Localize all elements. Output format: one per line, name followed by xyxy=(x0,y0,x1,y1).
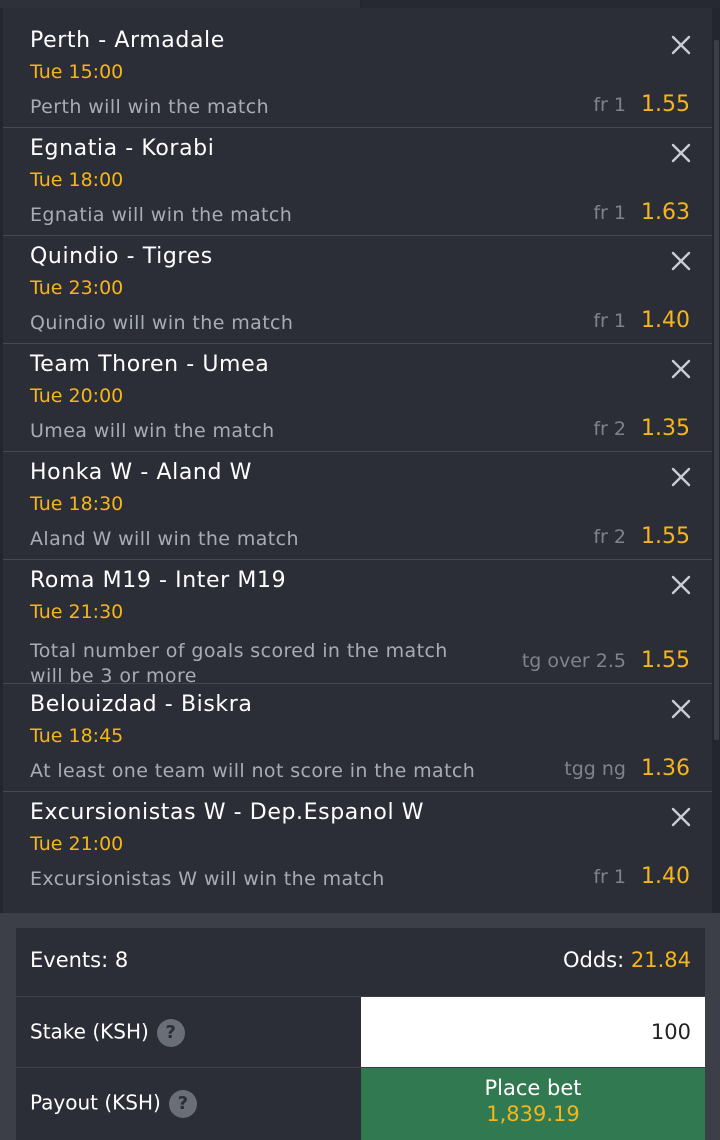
market-code: tg over 2.5 xyxy=(521,650,626,672)
bet-odd: 1.55 xyxy=(641,92,690,117)
market-code: tgg ng xyxy=(564,758,626,780)
bet-item: Team Thoren - Umea Tue 20:00 Umea will w… xyxy=(3,344,712,452)
match-time: Tue 18:45 xyxy=(30,725,124,747)
tab-my-bets[interactable] xyxy=(362,0,720,8)
match-name: Team Thoren - Umea xyxy=(30,352,270,377)
close-icon[interactable] xyxy=(670,806,692,828)
bet-odd: 1.40 xyxy=(641,308,690,333)
match-name: Quindio - Tigres xyxy=(30,244,213,269)
bet-odd: 1.40 xyxy=(641,864,690,889)
market-code: fr 1 xyxy=(593,94,626,116)
close-icon[interactable] xyxy=(670,250,692,272)
close-icon[interactable] xyxy=(670,142,692,164)
help-icon[interactable]: ? xyxy=(156,1019,185,1047)
match-time: Tue 21:30 xyxy=(30,601,124,623)
close-icon[interactable] xyxy=(670,466,692,488)
bet-pick: Quindio will win the match xyxy=(30,312,294,334)
bet-list: Perth - Armadale Tue 15:00 Perth will wi… xyxy=(3,20,712,900)
payout-label: Payout (KSH) xyxy=(30,1090,161,1115)
match-name: Honka W - Aland W xyxy=(30,460,252,485)
stake-label: Stake (KSH) xyxy=(30,1019,149,1044)
match-time: Tue 23:00 xyxy=(30,277,124,299)
match-name: Egnatia - Korabi xyxy=(30,136,215,161)
bet-item: Belouizdad - Biskra Tue 18:45 At least o… xyxy=(3,684,712,792)
close-icon[interactable] xyxy=(670,698,692,720)
bet-pick: Aland W will win the match xyxy=(30,528,299,550)
place-bet-label: Place bet xyxy=(484,1076,582,1100)
close-icon[interactable] xyxy=(670,574,692,596)
market-code: fr 2 xyxy=(593,418,626,440)
summary-row: Events: 8 Odds: 21.84 xyxy=(16,928,705,996)
bet-odd: 1.36 xyxy=(641,756,690,781)
close-icon[interactable] xyxy=(670,358,692,380)
total-odds: Odds: 21.84 xyxy=(563,948,691,972)
bet-item: Honka W - Aland W Tue 18:30 Aland W will… xyxy=(3,452,712,560)
bet-pick: Total number of goals scored in the matc… xyxy=(30,640,448,687)
payout-row: Payout (KSH)? Place bet 1,839.19 xyxy=(16,1068,705,1140)
match-time: Tue 21:00 xyxy=(30,833,124,855)
payout-label-group: Payout (KSH)? xyxy=(30,1090,197,1118)
betslip-summary-panel: Events: 8 Odds: 21.84 Stake (KSH)? Payou… xyxy=(0,913,720,1140)
match-name: Belouizdad - Biskra xyxy=(30,692,253,717)
market-code: fr 1 xyxy=(593,310,626,332)
bet-item: Perth - Armadale Tue 15:00 Perth will wi… xyxy=(3,20,712,128)
bet-item: Roma M19 - Inter M19 Tue 21:30 Total num… xyxy=(3,560,712,687)
market-code: fr 1 xyxy=(593,866,626,888)
help-icon[interactable]: ? xyxy=(168,1090,197,1118)
bet-pick: Perth will win the match xyxy=(30,96,270,118)
match-time: Tue 20:00 xyxy=(30,385,124,407)
match-time: Tue 18:00 xyxy=(30,169,124,191)
scrollbar-thumb[interactable] xyxy=(714,40,719,740)
events-count: Events: 8 xyxy=(30,948,129,972)
market-code: fr 2 xyxy=(593,526,626,548)
bet-item: Egnatia - Korabi Tue 18:00 Egnatia will … xyxy=(3,128,712,236)
stake-label-group: Stake (KSH)? xyxy=(30,1019,185,1047)
bet-odd: 1.55 xyxy=(641,648,690,673)
bet-item: Quindio - Tigres Tue 23:00 Quindio will … xyxy=(3,236,712,344)
match-name: Excursionistas W - Dep.Espanol W xyxy=(30,800,425,825)
bet-odd: 1.55 xyxy=(641,524,690,549)
stake-row: Stake (KSH)? xyxy=(16,997,705,1067)
total-odds-label: Odds: xyxy=(562,948,625,972)
market-code: fr 1 xyxy=(593,202,626,224)
tab-betslip[interactable] xyxy=(0,0,360,8)
bet-pick: Egnatia will win the match xyxy=(30,204,293,226)
match-name: Perth - Armadale xyxy=(30,28,225,53)
close-icon[interactable] xyxy=(670,34,692,56)
match-time: Tue 15:00 xyxy=(30,61,124,83)
match-time: Tue 18:30 xyxy=(30,493,124,515)
bet-pick: Umea will win the match xyxy=(30,420,275,442)
place-bet-button[interactable]: Place bet 1,839.19 xyxy=(361,1068,705,1140)
total-odds-value: 21.84 xyxy=(630,948,691,972)
bet-pick: At least one team will not score in the … xyxy=(30,760,476,782)
payout-amount: 1,839.19 xyxy=(486,1102,580,1126)
bet-item: Excursionistas W - Dep.Espanol W Tue 21:… xyxy=(3,792,712,900)
bet-odd: 1.63 xyxy=(641,200,690,225)
bet-odd: 1.35 xyxy=(641,416,690,441)
stake-input[interactable] xyxy=(361,997,705,1067)
tab-bar xyxy=(0,0,720,8)
bet-pick: Excursionistas W will win the match xyxy=(30,868,385,890)
match-name: Roma M19 - Inter M19 xyxy=(30,568,287,593)
